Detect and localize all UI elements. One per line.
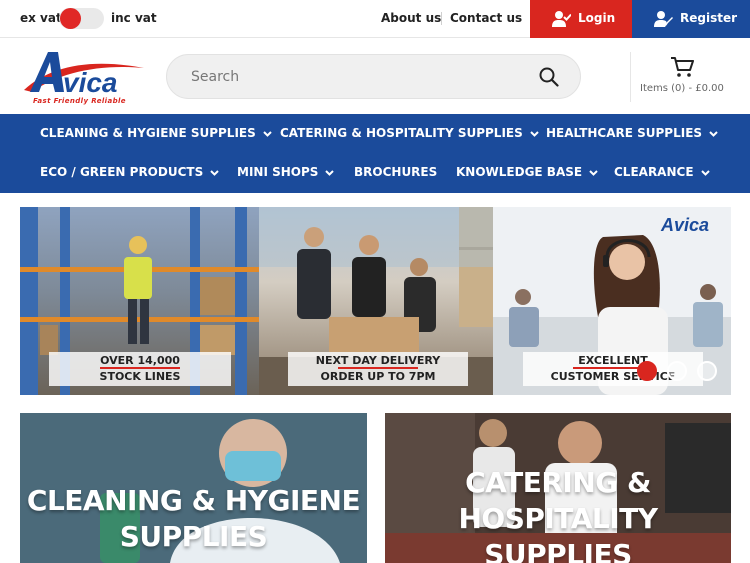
user-edit-icon [654,11,673,27]
search-bar[interactable] [166,54,581,99]
inc-vat-label: inc vat [111,11,157,25]
carousel-dots [637,361,727,383]
contact-us-link[interactable]: Contact us [450,11,522,25]
category-title-line: CLEANING & HYGIENE [26,484,361,517]
basket-summary: Items (0) - £0.00 [640,83,724,94]
about-us-link[interactable]: About us [381,11,441,25]
cart-divider [630,52,631,102]
carousel-dot-3[interactable] [697,361,717,381]
category-title: CLEANING & HYGIENE SUPPLIES [20,483,367,555]
nav-knowledge-base[interactable]: KNOWLEDGE BASE [456,165,599,179]
hero-slide-delivery: NEXT DAY DELIVERY ORDER UP TO 7PM [259,207,493,395]
main-navigation: CLEANING & HYGIENE SUPPLIES CATERING & H… [0,114,750,193]
caption-line-2: ORDER UP TO 7PM [320,370,436,383]
nav-mini-shops[interactable]: MINI SHOPS [237,165,335,179]
carousel-dot-1[interactable] [637,361,657,381]
vat-toggle-knob[interactable] [60,8,81,29]
avica-logo[interactable]: vica Fast Friendly Reliable [20,46,148,106]
caption-line-1: OVER 14,000 [100,354,180,367]
site-header: vica Fast Friendly Reliable Items (0) - … [0,38,750,114]
cart-icon [671,57,694,77]
register-button[interactable]: Register [632,0,750,38]
category-card-cleaning[interactable]: CLEANING & HYGIENE SUPPLIES [20,413,367,563]
nav-catering-hospitality[interactable]: CATERING & HOSPITALITY SUPPLIES [280,126,540,140]
basket[interactable]: Items (0) - £0.00 [636,52,728,102]
avica-logo-mark: vica [24,52,144,98]
nav-label: CATERING & HOSPITALITY SUPPLIES [280,126,523,140]
slide-caption: NEXT DAY DELIVERY ORDER UP TO 7PM [288,352,468,386]
nav-label: HEALTHCARE SUPPLIES [546,126,703,140]
nav-cleaning-hygiene[interactable]: CLEANING & HYGIENE SUPPLIES [40,126,273,140]
ex-vat-label: ex vat [20,11,62,25]
chevron-down-icon [263,130,272,137]
register-label: Register [680,11,738,25]
link-divider [441,12,442,25]
search-icon[interactable] [539,67,559,87]
logo-tagline: Fast Friendly Reliable [33,97,126,105]
category-card-catering[interactable]: CATERING & HOSPITALITY SUPPLIES [385,413,731,563]
category-title-line: SUPPLIES [484,538,632,563]
nav-label: CLEARANCE [614,165,694,179]
chevron-down-icon [709,130,718,137]
top-bar: ex vat inc vat About us Contact us Login… [0,0,750,38]
hero-carousel[interactable]: OVER 14,000 STOCK LINES NEXT DAY DELIVER… [20,207,731,395]
category-title-line: SUPPLIES [119,520,268,553]
category-title-line: CATERING & [465,466,651,499]
chevron-down-icon [210,169,219,176]
nav-clearance[interactable]: CLEARANCE [614,165,711,179]
svg-text:Avica: Avica [660,215,709,235]
caption-line-2: STOCK LINES [99,370,181,383]
nav-healthcare[interactable]: HEALTHCARE SUPPLIES [546,126,719,140]
nav-label: KNOWLEDGE BASE [456,165,583,179]
slide-caption: OVER 14,000 STOCK LINES [49,352,231,386]
svg-text:vica: vica [63,67,118,96]
chevron-down-icon [589,169,598,176]
nav-label: CLEANING & HYGIENE SUPPLIES [40,126,256,140]
carousel-dot-2[interactable] [667,361,687,381]
search-input[interactable] [191,66,521,88]
vat-toggle[interactable] [59,8,104,29]
hero-slide-warehouse: OVER 14,000 STOCK LINES [20,207,259,395]
nav-label: BROCHURES [354,165,438,179]
nav-label: ECO / GREEN PRODUCTS [40,165,204,179]
category-title: CATERING & HOSPITALITY SUPPLIES [385,465,731,563]
category-title-line: HOSPITALITY [458,502,658,535]
caption-line-1: NEXT DAY DELIVERY [315,354,441,367]
chevron-down-icon [325,169,335,176]
chevron-down-icon [530,130,539,137]
nav-eco-green[interactable]: ECO / GREEN PRODUCTS [40,165,220,179]
nav-brochures[interactable]: BROCHURES [354,165,437,179]
chevron-down-icon [700,169,710,176]
nav-label: MINI SHOPS [237,165,319,179]
login-button[interactable]: Login [530,0,632,38]
user-check-icon [552,11,571,27]
login-label: Login [578,11,616,25]
